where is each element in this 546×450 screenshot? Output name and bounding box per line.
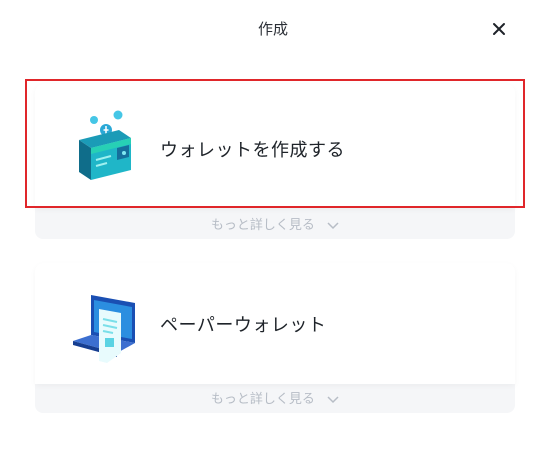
paper-wallet-label: ペーパーウォレット: [160, 315, 327, 336]
option-create-wallet: ウォレットを作成する もっと詳しく見る: [35, 84, 515, 239]
learn-more-label: もっと詳しく見る: [210, 218, 315, 233]
create-wallet-card[interactable]: ウォレットを作成する: [35, 84, 515, 208]
paper-wallet-card[interactable]: ペーパーウォレット: [35, 263, 515, 384]
paper-wallet-icon: [73, 295, 135, 363]
dialog-title: 作成: [257, 20, 288, 38]
dialog-header: 作成: [0, 0, 546, 60]
learn-more-link[interactable]: もっと詳しく見る: [35, 214, 515, 233]
wallet-icon: [79, 110, 131, 180]
create-dialog: 作成 ウォレットを作成する もっと詳しく見る ペーパーウォレット もっと詳しく見…: [0, 0, 546, 450]
close-button[interactable]: [486, 16, 512, 42]
create-wallet-label: ウォレットを作成する: [160, 140, 345, 161]
chevron-down-icon: [327, 395, 339, 403]
option-paper-wallet: ペーパーウォレット もっと詳しく見る: [35, 263, 515, 413]
learn-more-link[interactable]: もっと詳しく見る: [35, 388, 515, 407]
chevron-down-icon: [327, 221, 339, 229]
close-icon: [493, 23, 505, 35]
learn-more-label: もっと詳しく見る: [210, 392, 315, 407]
